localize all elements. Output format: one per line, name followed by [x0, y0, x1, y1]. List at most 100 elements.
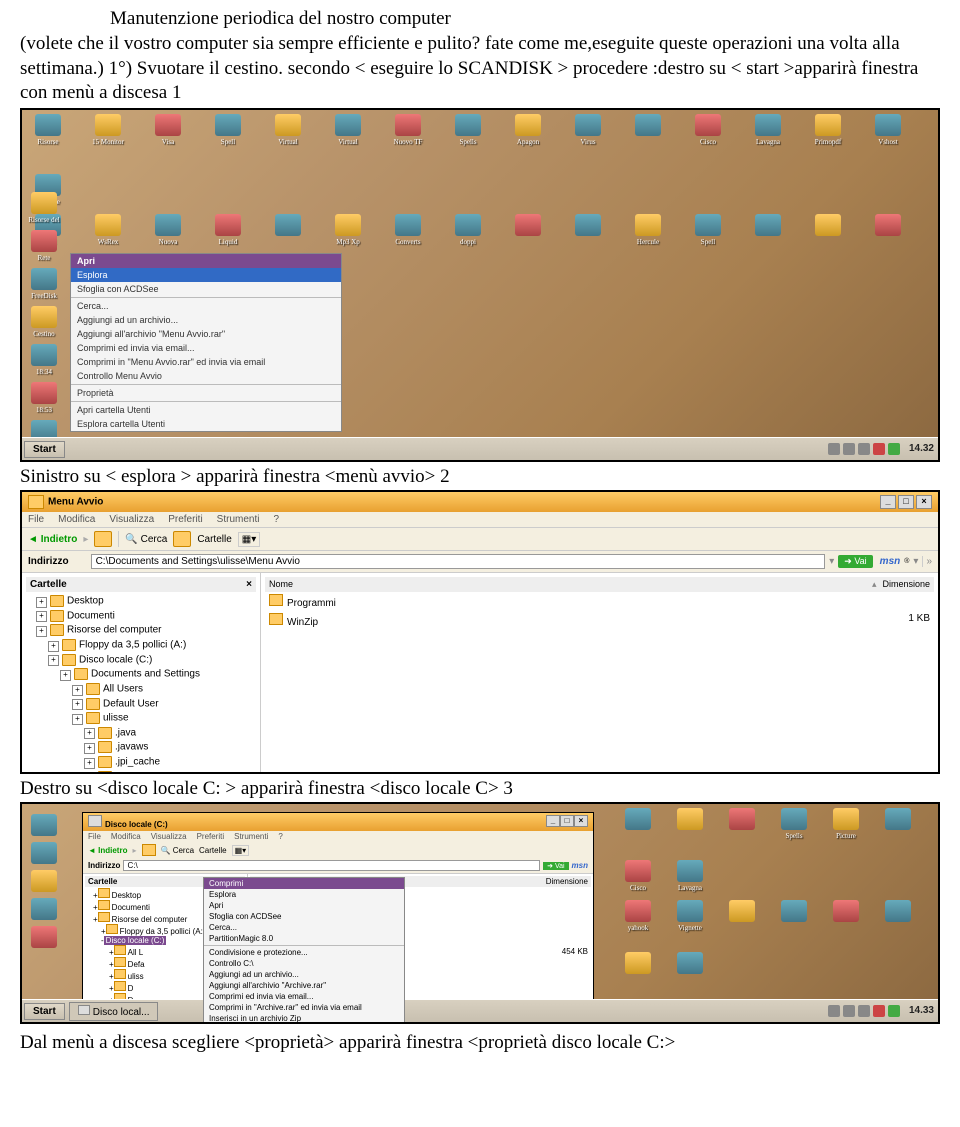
address-input[interactable]: [91, 554, 826, 569]
ctx-item[interactable]: Sfoglia con ACDSee: [204, 911, 404, 922]
ctx-item[interactable]: Aggiungi all'archivio "Archive.rar": [204, 980, 404, 991]
tray-icon[interactable]: [843, 1005, 855, 1017]
address-input[interactable]: [123, 860, 540, 871]
desktop-icon[interactable]: Liquid: [212, 214, 244, 246]
col-name[interactable]: Nome: [269, 579, 872, 590]
close-button[interactable]: ×: [916, 495, 932, 509]
folders-button[interactable]: Cartelle: [199, 846, 227, 855]
menu-item[interactable]: File: [88, 832, 101, 841]
desktop-icon[interactable]: Spells: [452, 114, 484, 146]
tree-item[interactable]: +Application Data: [36, 770, 256, 773]
menubar[interactable]: FileModificaVisualizzaPreferitiStrumenti…: [83, 831, 593, 842]
ctx-item[interactable]: Comprimi ed invia via email...: [71, 341, 341, 355]
views-button[interactable]: ▦▾: [232, 845, 250, 856]
views-button[interactable]: ▦▾: [238, 532, 260, 547]
desktop-icon[interactable]: Mp3 Xp: [332, 214, 364, 246]
tree-item[interactable]: +ulisse: [36, 711, 256, 726]
ctx-item[interactable]: Cerca...: [71, 299, 341, 313]
desktop-icon[interactable]: Virtual: [332, 114, 364, 146]
desktop-icon[interactable]: [512, 214, 544, 246]
ctx-item[interactable]: Comprimi in "Archive.rar" ed invia via e…: [204, 1002, 404, 1013]
tree-item[interactable]: +Desktop: [36, 594, 256, 609]
desktop-icon[interactable]: Lavagna: [752, 114, 784, 146]
up-button[interactable]: [94, 531, 112, 547]
tree-close[interactable]: ×: [246, 579, 252, 590]
list-item[interactable]: WinZip1 KB: [265, 611, 934, 630]
menu-item[interactable]: Visualizza: [109, 514, 154, 525]
msn-logo[interactable]: msn: [572, 861, 588, 870]
desktop-icon[interactable]: [674, 808, 706, 840]
menu-item[interactable]: File: [28, 514, 44, 525]
desktop-icon[interactable]: [872, 214, 904, 246]
menu-item[interactable]: Visualizza: [151, 832, 187, 841]
maximize-button[interactable]: □: [898, 495, 914, 509]
desktop-icon[interactable]: 18:34: [28, 344, 60, 376]
desktop-icon[interactable]: Spells: [778, 808, 810, 840]
menubar[interactable]: File Modifica Visualizza Preferiti Strumenti…: [22, 512, 938, 528]
desktop-icon[interactable]: Nuova: [152, 214, 184, 246]
ctx-item[interactable]: Sfoglia con ACDSee: [71, 282, 341, 296]
tree-item[interactable]: +.javaws: [36, 740, 256, 755]
ctx-item[interactable]: Esplora: [204, 889, 404, 900]
ctx-item[interactable]: Controllo C:\: [204, 958, 404, 969]
desktop-icon[interactable]: Spell: [212, 114, 244, 146]
ctx-item[interactable]: Apri cartella Utenti: [71, 403, 341, 417]
ctx-item[interactable]: Esplora cartella Utenti: [71, 417, 341, 431]
go-button[interactable]: ➜ Vai: [838, 555, 872, 568]
menu-item[interactable]: Modifica: [58, 514, 95, 525]
desktop-icon[interactable]: [622, 952, 654, 976]
ctx-item-apri[interactable]: Apri: [71, 254, 341, 268]
tree-item[interactable]: +.jpi_cache: [36, 755, 256, 770]
menu-item[interactable]: ?: [278, 832, 282, 841]
tree-item[interactable]: +Disco locale (C:): [36, 653, 256, 668]
taskbar-button[interactable]: Disco local...: [69, 1002, 159, 1021]
desktop-icon[interactable]: yahook: [622, 900, 654, 932]
menu-item[interactable]: Strumenti: [217, 514, 260, 525]
close-button[interactable]: ×: [574, 815, 588, 827]
minimize-button[interactable]: _: [880, 495, 896, 509]
desktop-icon[interactable]: Virus: [572, 114, 604, 146]
ctx-item[interactable]: Aggiungi ad un archivio...: [204, 969, 404, 980]
ctx-item[interactable]: Condivisione e protezione...: [204, 947, 404, 958]
menu-item[interactable]: Strumenti: [234, 832, 268, 841]
desktop-icon[interactable]: [830, 900, 862, 932]
maximize-button[interactable]: □: [560, 815, 574, 827]
folders-button[interactable]: [173, 531, 191, 547]
desktop-icon[interactable]: Spell: [692, 214, 724, 246]
tray-icon[interactable]: [888, 443, 900, 455]
forward-button[interactable]: ▸: [83, 534, 88, 545]
desktop-icon[interactable]: Cisco: [692, 114, 724, 146]
desktop-icon[interactable]: [778, 900, 810, 932]
desktop-icon[interactable]: 15 Monitor: [92, 114, 124, 146]
menu-item[interactable]: Preferiti: [168, 514, 202, 525]
col-size[interactable]: Dimensione: [882, 579, 930, 590]
menu-item[interactable]: ?: [273, 514, 279, 525]
tray-icon[interactable]: [873, 443, 885, 455]
desktop-icon[interactable]: [674, 952, 706, 976]
tree-item[interactable]: +Documenti: [36, 609, 256, 624]
desktop-icon[interactable]: [632, 114, 664, 146]
list-item[interactable]: Programmi: [265, 592, 934, 611]
ctx-item[interactable]: Apri: [204, 900, 404, 911]
desktop-icon[interactable]: Vignette: [674, 900, 706, 932]
desktop-icon[interactable]: [812, 214, 844, 246]
desktop-icon[interactable]: [752, 214, 784, 246]
context-menu-disk[interactable]: Comprimi EsploraApriSfoglia con ACDSeeCe…: [203, 877, 405, 1024]
desktop-icon[interactable]: Primopdf: [812, 114, 844, 146]
tray-icon[interactable]: [873, 1005, 885, 1017]
back-button[interactable]: ◄ Indietro: [28, 534, 77, 545]
folder-tree[interactable]: Cartelle× +Desktop+Documenti+Risorse del…: [22, 573, 261, 773]
ctx-item-esplora[interactable]: Esplora: [71, 268, 341, 282]
desktop-icon[interactable]: [726, 900, 758, 932]
desktop-icon[interactable]: Nuovo TF: [392, 114, 424, 146]
desktop-icon[interactable]: Apagon: [512, 114, 544, 146]
desktop-icon[interactable]: FreeDisk: [28, 268, 60, 300]
tree-item[interactable]: +Floppy da 3,5 pollici (A:): [36, 638, 256, 653]
desktop-icon[interactable]: Converts: [392, 214, 424, 246]
back-button[interactable]: ◄ Indietro: [88, 846, 127, 855]
desktop-icon[interactable]: Virtual: [272, 114, 304, 146]
ctx-item[interactable]: Aggiungi all'archivio "Menu Avvio.rar": [71, 327, 341, 341]
tree-item[interactable]: +All Users: [36, 682, 256, 697]
ctx-item[interactable]: Controllo Menu Avvio: [71, 369, 341, 383]
desktop-icon[interactable]: [882, 900, 914, 932]
